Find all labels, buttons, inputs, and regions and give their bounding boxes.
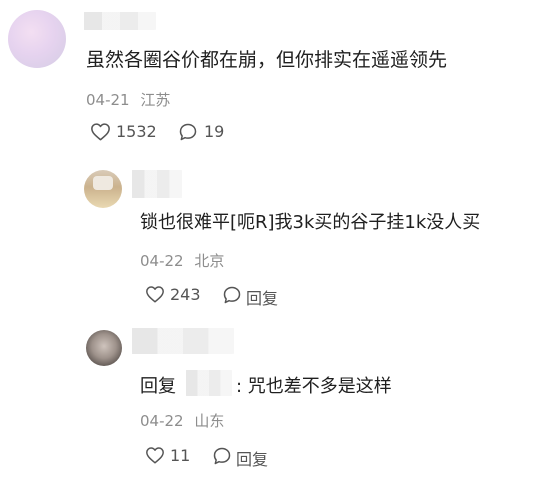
avatar[interactable]	[8, 10, 66, 68]
comment-text: : 咒也差不多是这样	[236, 376, 392, 397]
reply-button[interactable]: 回复	[246, 285, 278, 309]
heart-outline-icon[interactable]	[145, 446, 165, 464]
comment-text: 虽然各圈谷价都在崩，但你排实在遥遥领先	[86, 49, 448, 71]
comment-location: 江苏	[140, 91, 171, 109]
username-redacted[interactable]	[132, 328, 234, 354]
comment-date: 04-21	[86, 91, 130, 109]
avatar[interactable]	[84, 170, 122, 208]
like-count[interactable]: 11	[170, 446, 190, 465]
like-count[interactable]: 1532	[116, 122, 157, 141]
comment-date: 04-22	[140, 412, 184, 430]
speech-bubble-icon[interactable]	[178, 122, 198, 142]
comment-meta: 04-22 山东	[140, 410, 224, 431]
comment-location: 山东	[194, 412, 225, 430]
comment-meta: 04-22 北京	[140, 250, 224, 271]
reply-prefix: 回复	[140, 376, 176, 397]
comment-location: 北京	[194, 252, 225, 270]
like-count[interactable]: 243	[170, 285, 201, 304]
mentioned-username-redacted[interactable]	[186, 370, 232, 396]
comment-meta: 04-21 江苏	[86, 89, 170, 110]
comment-text: 锁也很难平[呃R]我3k买的谷子挂1k没人买	[140, 212, 481, 233]
speech-bubble-icon[interactable]	[212, 446, 232, 466]
comment-thread: 虽然各圈谷价都在崩，但你排实在遥遥领先 04-21 江苏 1532 19 锁也很…	[0, 0, 546, 477]
heart-outline-icon[interactable]	[90, 122, 111, 141]
username-redacted[interactable]	[84, 12, 156, 30]
username-redacted[interactable]	[132, 170, 182, 198]
speech-bubble-icon[interactable]	[222, 285, 242, 305]
reply-count[interactable]: 19	[204, 122, 224, 141]
reply-button[interactable]: 回复	[236, 446, 268, 470]
heart-outline-icon[interactable]	[145, 285, 165, 303]
comment-date: 04-22	[140, 252, 184, 270]
avatar[interactable]	[86, 330, 122, 366]
